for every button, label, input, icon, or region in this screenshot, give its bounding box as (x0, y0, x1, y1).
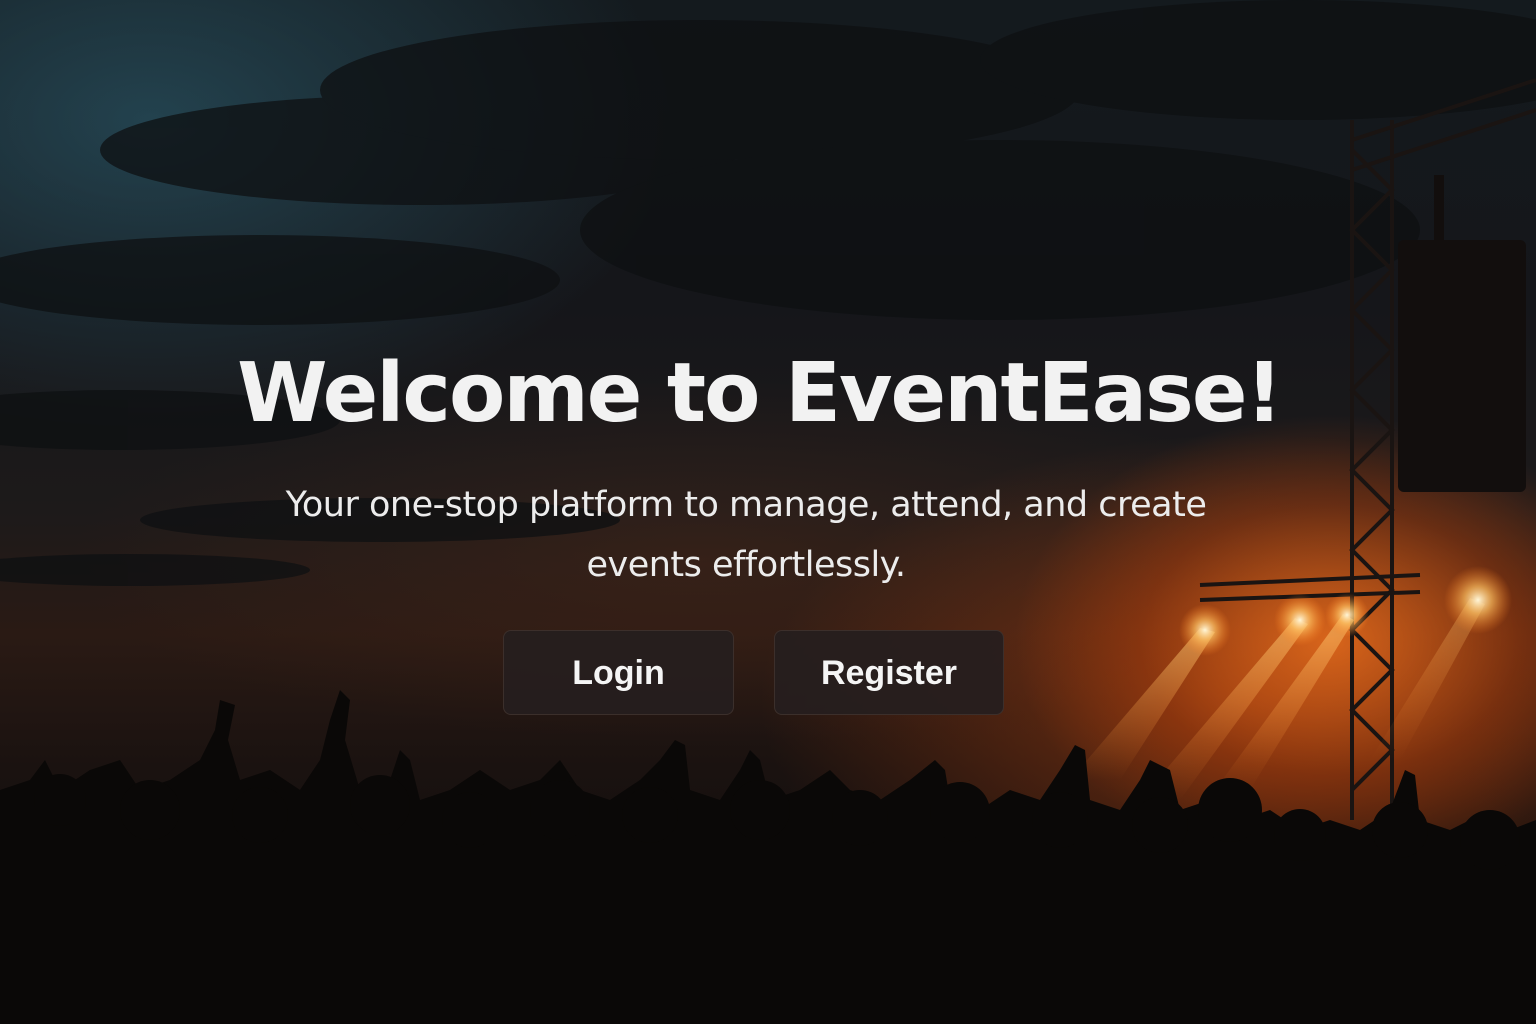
hero-section: Welcome to EventEase! Your one-stop plat… (0, 0, 1536, 1024)
login-button[interactable]: Login (503, 630, 734, 715)
register-button[interactable]: Register (774, 630, 1004, 715)
hero-subtitle-line-2: events effortlessly. (586, 545, 906, 585)
hero-content: Welcome to EventEase! Your one-stop plat… (0, 0, 1536, 1024)
hero-subtitle-line-1: Your one-stop platform to manage, attend… (285, 485, 1207, 525)
hero-subtitle: Your one-stop platform to manage, attend… (0, 475, 1492, 595)
page-title: Welcome to EventEase! (237, 346, 1283, 441)
